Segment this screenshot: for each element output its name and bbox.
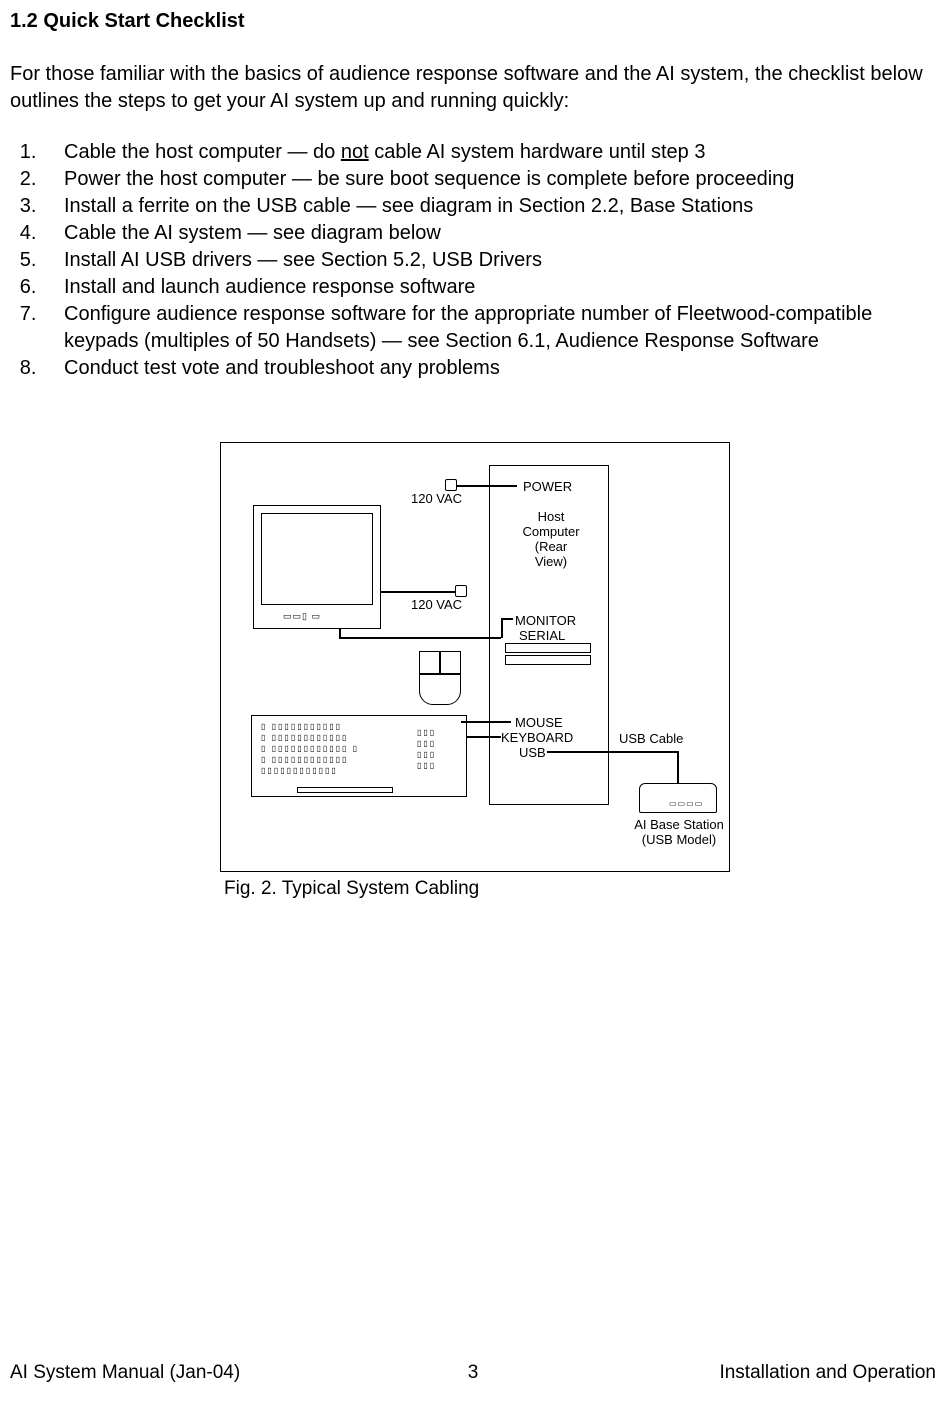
plug-icon: [445, 479, 457, 491]
base-station-ports: ▭▭▭▭: [669, 799, 703, 808]
keyboard-spacebar: [297, 787, 393, 793]
usb-cable-label: USB Cable: [619, 731, 683, 746]
footer-page-number: 3: [468, 1362, 479, 1384]
checklist-item: Conduct test vote and troubleshoot any p…: [42, 355, 936, 382]
intro-paragraph: For those familiar with the basics of au…: [10, 61, 936, 115]
monitor-port-label: MONITOR: [515, 613, 576, 628]
figure-container: POWER 120 VAC Host Computer (Rear View) …: [10, 442, 936, 900]
keyboard-keys: ▯ ▯▯▯▯▯▯▯▯▯▯▯ ▯ ▯▯▯▯▯▯▯▯▯▯▯▯ ▯ ▯▯▯▯▯▯▯▯▯…: [261, 721, 359, 776]
host-line1: Host: [521, 509, 581, 524]
footer-right: Installation and Operation: [719, 1362, 936, 1384]
checklist-item: Power the host computer — be sure boot s…: [42, 166, 936, 193]
host-label: Host Computer (Rear View): [521, 509, 581, 569]
figure-caption: Fig. 2. Typical System Cabling: [224, 878, 730, 900]
base-station-label: AI Base Station (USB Model): [631, 817, 727, 847]
base-line1: AI Base Station: [631, 817, 727, 832]
plug-icon: [455, 585, 467, 597]
keyboard-numpad: ▯▯▯▯▯▯▯▯▯▯▯▯: [417, 727, 436, 771]
vac-label: 120 VAC: [411, 491, 462, 506]
quick-start-checklist: Cable the host computer — do not cable A…: [10, 139, 936, 382]
page-footer: AI System Manual (Jan-04) 3 Installation…: [10, 1362, 936, 1384]
base-station: [639, 783, 717, 813]
section-heading: 1.2 Quick Start Checklist: [10, 10, 936, 33]
keyboard-port-label: KEYBOARD: [501, 730, 573, 745]
serial-port-label: SERIAL: [519, 628, 565, 643]
monitor-screen: [261, 513, 373, 605]
host-line3: (Rear View): [521, 539, 581, 569]
checklist-item: Cable the host computer — do not cable A…: [42, 139, 936, 166]
port-slot: [505, 655, 591, 665]
footer-left: AI System Manual (Jan-04): [10, 1362, 240, 1384]
cabling-diagram: POWER 120 VAC Host Computer (Rear View) …: [220, 442, 730, 872]
host-line2: Computer: [521, 524, 581, 539]
vac-label: 120 VAC: [411, 597, 462, 612]
checklist-item: Install a ferrite on the USB cable — see…: [42, 193, 936, 220]
underlined-not: not: [341, 141, 369, 163]
checklist-text: Cable the host computer — do: [64, 141, 341, 163]
checklist-item: Cable the AI system — see diagram below: [42, 220, 936, 247]
base-line2: (USB Model): [631, 832, 727, 847]
monitor-base: ▭▭▯ ▭: [283, 611, 321, 622]
mouse-port-label: MOUSE: [515, 715, 563, 730]
checklist-item: Install AI USB drivers — see Section 5.2…: [42, 247, 936, 274]
usb-port-label: USB: [519, 745, 546, 760]
checklist-item: Configure audience response software for…: [42, 301, 936, 355]
power-label: POWER: [523, 479, 572, 494]
checklist-item: Install and launch audience response sof…: [42, 274, 936, 301]
checklist-text: cable AI system hardware until step 3: [369, 141, 706, 163]
port-slot: [505, 643, 591, 653]
